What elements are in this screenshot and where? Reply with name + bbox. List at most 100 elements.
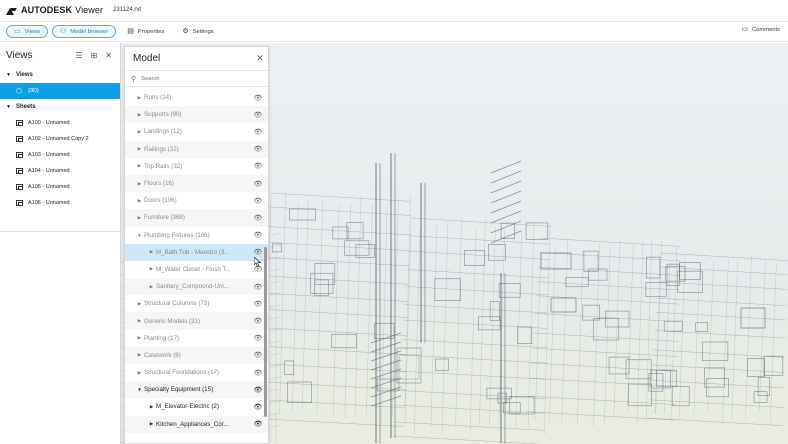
caret-right-icon[interactable]: ▶ [135,146,144,152]
search-icon: ⚲ [131,75,137,83]
sheets-section-header[interactable]: ▼ Sheets [0,99,120,115]
model-browser-button[interactable]: ⚇ Model browser [51,25,117,38]
model-tree-scrollbar[interactable] [264,247,267,417]
sheet-item[interactable]: A103 - Unnamed [0,147,120,163]
comments-button-label: Comments [751,26,780,33]
tree-row[interactable]: ▶ Planting (17) 👁 [125,330,268,347]
view-item-3d[interactable]: ⬡ {3D} [0,83,120,99]
caret-right-icon[interactable]: ▶ [135,215,144,221]
visibility-icon[interactable]: 👁 [248,180,268,188]
visibility-icon[interactable]: 👁 [248,197,268,205]
sheet-item[interactable]: A100 - Unnamed [0,115,120,131]
properties-button[interactable]: ▤ Properties [120,25,171,38]
caret-right-icon[interactable]: ▶ [135,198,144,204]
sheet-item[interactable]: A106 - Unnamed [0,195,120,211]
tree-row[interactable]: ▶ M_Bath Tub - Maestro (3... 👁 [125,243,268,261]
settings-button-label: Settings [192,28,214,35]
caret-down-icon[interactable]: ▼ [135,233,144,238]
tree-row[interactable]: ▶ Sanitary_Compound-Uni... 👁 [125,278,268,296]
caret-right-icon[interactable]: ▶ [135,129,144,135]
tree-row[interactable]: ▶ M_Elevator-Electric (2) 👁 [125,398,268,415]
tree-row[interactable]: ▶ Doors (106) 👁 [125,192,268,209]
sheet-item-label: A103 - Unnamed [28,152,70,158]
tree-row[interactable]: ▶ Landings (12) 👁 [125,123,268,140]
sheet-icon [16,184,23,190]
caret-down-icon: ▼ [6,72,11,78]
tree-row[interactable]: ▶ M_Water Closet - Flush T... 👁 [125,261,268,278]
caret-right-icon[interactable]: ▶ [135,318,144,324]
tree-row-label: Floors (16) [144,180,174,188]
caret-right-icon[interactable]: ▶ [135,301,144,307]
tree-row[interactable]: ▼ Plumbing Fixtures (106) 👁 [125,227,268,244]
brand-name: AUTODESK [21,5,73,15]
caret-right-icon[interactable]: ▶ [135,181,144,187]
comments-button[interactable]: ▭ Comments [741,26,780,33]
views-panel-header: Views ☰ ⊞ ✕ [0,43,120,67]
model-panel-header: Model ✕ [125,47,268,71]
tree-row-label: Supports (90) [144,111,182,119]
tree-row-label: Landings (12) [144,128,182,136]
views-panel: Views ☰ ⊞ ✕ ▼ Views ⬡ {3D} ▼ Sheets A100… [0,43,121,444]
tree-row-label: Structural Foundations (17) [144,369,219,377]
sheet-item[interactable]: A104 - Unnamed [0,163,120,179]
model-tree: ▶ Runs (24) 👁 ▶ Supports (90) 👁 ▶ Landings (1… [125,89,268,443]
caret-right-icon[interactable]: ▶ [147,266,156,272]
views-button[interactable]: ▭ Views [6,25,48,38]
tree-row[interactable]: ▶ Top Rails (32) 👁 [125,158,268,175]
visibility-icon[interactable]: 👁 [248,420,268,428]
sheets-section-label: Sheets [15,104,36,110]
views-section-label: Views [15,72,33,78]
tree-row-label: Planting (17) [144,334,180,342]
visibility-icon[interactable]: 👁 [248,214,268,222]
tree-row[interactable]: ▶ Generic Models (31) 👁 [125,312,268,330]
visibility-icon[interactable]: 👁 [248,145,268,153]
file-name: 231124.rvt [113,7,142,13]
caret-right-icon[interactable]: ▶ [135,112,144,118]
list-view-icon[interactable]: ☰ [75,51,82,60]
caret-right-icon[interactable]: ▶ [147,421,156,427]
tree-row-label: Kitchen_Appliances_Cor... [156,420,229,428]
sheet-icon [16,120,23,126]
tree-row-label: Specialty Equipment (15) [144,386,214,394]
tree-row[interactable]: ▶ Kitchen_Appliances_Cor... 👁 [125,415,268,433]
tree-row[interactable]: ▼ Specialty Equipment (15) 👁 [125,381,268,399]
tree-row[interactable]: ▶ Furniture (368) 👁 [125,209,268,227]
visibility-icon[interactable]: 👁 [248,111,268,119]
sheet-item[interactable]: A102 - Unnamed Copy 2 [0,131,120,147]
tree-row[interactable]: ▶ Railings (32) 👁 [125,140,268,158]
caret-right-icon[interactable]: ▶ [147,249,156,255]
tree-row[interactable]: ▶ Runs (24) 👁 [125,89,268,106]
tree-row[interactable]: ▶ Casework (8) 👁 [125,346,268,364]
tree-row[interactable]: ▶ Structural Foundations (17) 👁 [125,364,268,381]
caret-right-icon[interactable]: ▶ [147,284,156,290]
autodesk-logo-icon [6,6,17,15]
caret-right-icon[interactable]: ▶ [135,95,144,101]
visibility-icon[interactable]: 👁 [248,162,268,170]
close-icon[interactable]: ✕ [105,51,112,60]
caret-right-icon[interactable]: ▶ [135,352,144,358]
caret-right-icon[interactable]: ▶ [135,163,144,169]
visibility-icon[interactable]: 👁 [248,231,268,239]
properties-button-label: Properties [137,28,165,35]
search-input[interactable] [141,75,252,82]
tree-row[interactable]: ▶ Floors (16) 👁 [125,174,268,193]
tree-row[interactable]: ▶ Supports (90) 👁 [125,106,268,124]
sheet-item[interactable]: A105 - Unnamed [0,179,120,195]
grid-view-icon[interactable]: ⊞ [91,51,98,60]
model-browser-panel: Model ✕ ⚲ ▶Runs (24)👁 ▶Supports (90)👁 ▶L… [124,46,269,444]
visibility-icon[interactable]: 👁 [248,94,268,102]
tree-row-label: Runs (24) [144,94,172,102]
tree-row[interactable]: ▶ Structural Columns (73) 👁 [125,295,268,312]
visibility-icon[interactable]: 👁 [248,128,268,136]
sheet-icon [16,136,23,142]
tree-row-label: M_Elevator-Electric (2) [156,403,219,411]
caret-down-icon[interactable]: ▼ [135,387,144,392]
caret-right-icon[interactable]: ▶ [135,370,144,376]
tree-row-label: Generic Models (31) [144,317,201,325]
settings-button[interactable]: ⚙ Settings [175,25,220,38]
caret-right-icon[interactable]: ▶ [147,404,156,410]
caret-right-icon[interactable]: ▶ [135,335,144,341]
caret-down-icon: ▼ [6,104,11,110]
views-section-header[interactable]: ▼ Views [0,67,120,83]
close-icon[interactable]: ✕ [252,53,268,64]
